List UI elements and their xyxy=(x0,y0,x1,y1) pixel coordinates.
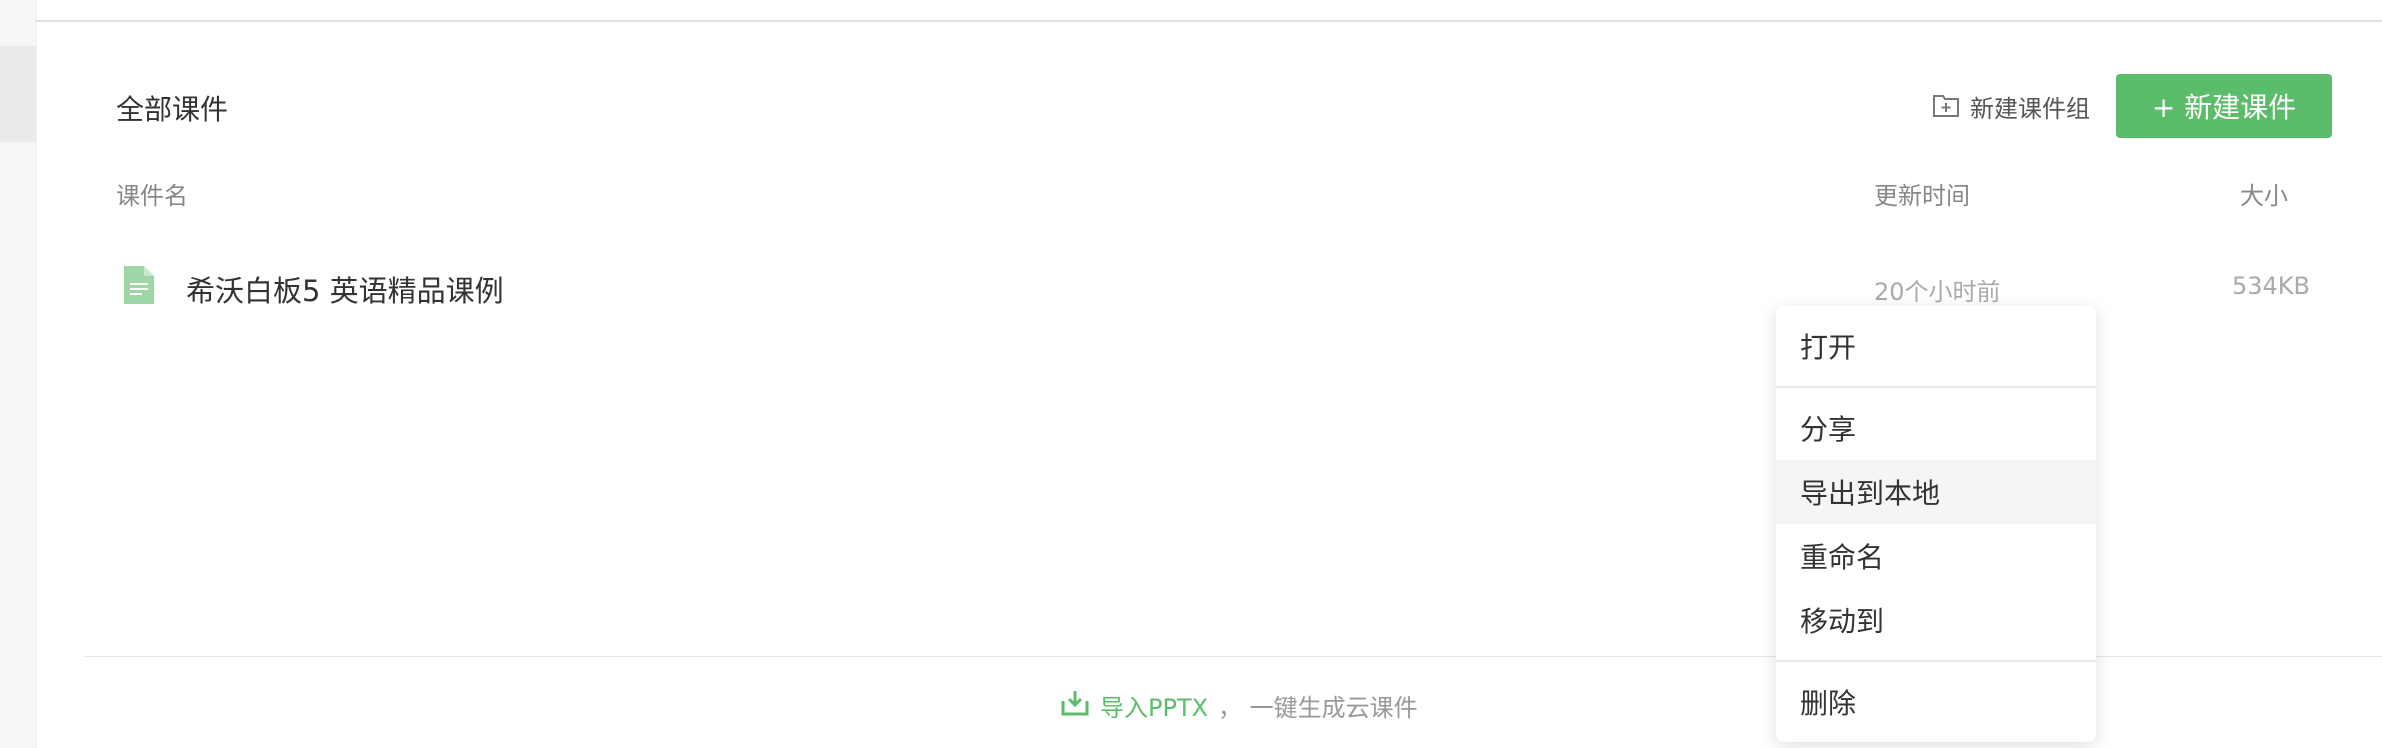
menu-item-rename[interactable]: 重命名 xyxy=(1776,524,2096,588)
menu-item-move-to[interactable]: 移动到 xyxy=(1776,588,2096,652)
file-size: 534KB xyxy=(2232,272,2311,300)
menu-item-open[interactable]: 打开 xyxy=(1776,314,2096,378)
new-course-group-button[interactable]: 新建课件组 xyxy=(1932,88,2090,124)
column-header-size[interactable]: 大小 xyxy=(2240,176,2288,211)
import-bar: 导入PPTX ， 一键生成云课件 xyxy=(1060,688,1418,723)
menu-item-delete[interactable]: 删除 xyxy=(1776,670,2096,734)
menu-divider xyxy=(1776,660,2096,662)
new-course-group-label: 新建课件组 xyxy=(1970,94,2090,123)
folder-plus-icon xyxy=(1932,93,1960,119)
file-updated-time: 20个小时前 xyxy=(1874,278,2001,306)
new-course-button[interactable]: + 新建课件 xyxy=(2116,74,2332,138)
import-icon[interactable] xyxy=(1060,689,1090,723)
import-description: ， 一键生成云课件 xyxy=(1218,694,1418,722)
menu-divider xyxy=(1776,386,2096,388)
column-header-name[interactable]: 课件名 xyxy=(116,176,188,211)
section-title: 全部课件 xyxy=(116,93,229,126)
document-icon xyxy=(124,266,154,308)
context-menu: 打开 分享 导出到本地 重命名 移动到 删除 xyxy=(1776,306,2096,742)
file-name[interactable]: 希沃白板5 英语精品课例 xyxy=(186,268,504,310)
import-pptx-link[interactable]: 导入PPTX xyxy=(1100,688,1208,723)
top-divider xyxy=(36,20,2382,22)
column-header-updated[interactable]: 更新时间 xyxy=(1874,176,1970,211)
menu-item-export-local[interactable]: 导出到本地 xyxy=(1776,460,2096,524)
menu-item-share[interactable]: 分享 xyxy=(1776,396,2096,460)
left-rail-active-item[interactable] xyxy=(0,46,36,142)
